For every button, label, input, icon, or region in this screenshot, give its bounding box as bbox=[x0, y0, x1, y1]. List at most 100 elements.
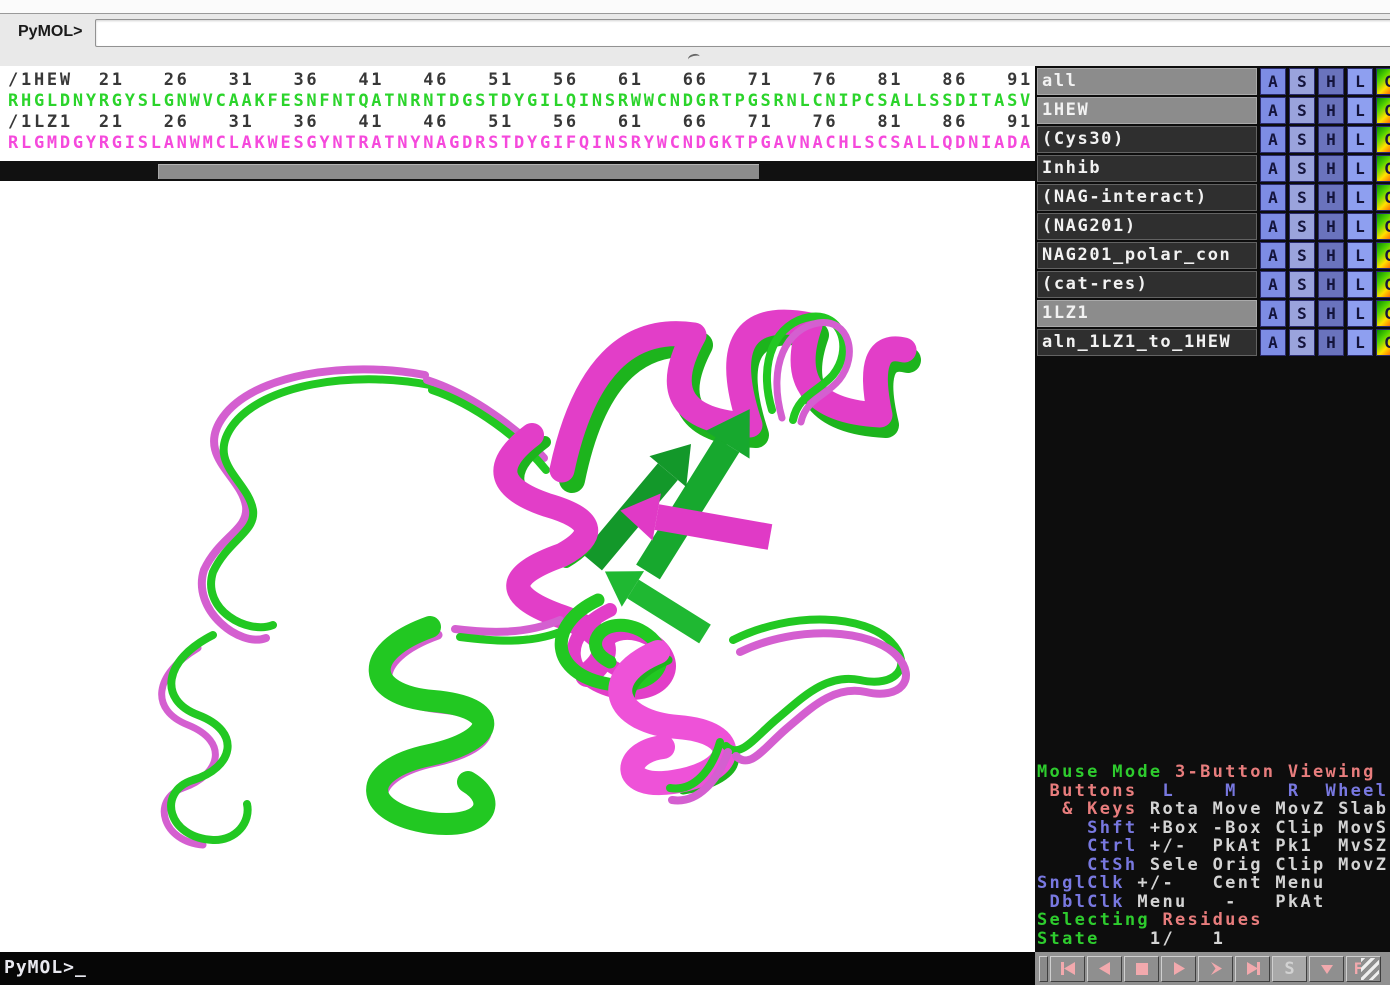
show-menu-button[interactable]: S bbox=[1289, 271, 1315, 298]
hide-menu-button[interactable]: H bbox=[1318, 329, 1344, 356]
hide-menu-button[interactable]: H bbox=[1318, 213, 1344, 240]
object-list: allASHLC1HEWASHLC(Cys30)ASHLCInhibASHLC(… bbox=[1037, 68, 1388, 358]
label-menu-button[interactable]: L bbox=[1347, 242, 1373, 269]
label-menu-button[interactable]: L bbox=[1347, 300, 1373, 327]
object-row[interactable]: 1LZ1ASHLC bbox=[1037, 300, 1388, 327]
object-row[interactable]: (NAG-interact)ASHLC bbox=[1037, 184, 1388, 211]
color-menu-button[interactable]: C bbox=[1376, 300, 1390, 327]
label-menu-button[interactable]: L bbox=[1347, 126, 1373, 153]
label-menu-button[interactable]: L bbox=[1347, 68, 1373, 95]
label-menu-button[interactable]: L bbox=[1347, 329, 1373, 356]
color-menu-button[interactable]: C bbox=[1376, 184, 1390, 211]
pymol-window: PyMOL> /1HEW 21 26 31 36 41 46 51 56 61 … bbox=[0, 0, 1390, 985]
stop-button[interactable] bbox=[1124, 956, 1159, 982]
show-menu-button[interactable]: S bbox=[1289, 97, 1315, 124]
controls-notch bbox=[1039, 956, 1048, 982]
hide-menu-button[interactable]: H bbox=[1318, 300, 1344, 327]
command-input[interactable] bbox=[95, 19, 1390, 47]
object-label[interactable]: Inhib bbox=[1037, 155, 1257, 182]
label-menu-button[interactable]: L bbox=[1347, 184, 1373, 211]
object-label[interactable]: (NAG-interact) bbox=[1037, 184, 1257, 211]
object-label[interactable]: all bbox=[1037, 68, 1257, 95]
show-menu-button[interactable]: S bbox=[1289, 213, 1315, 240]
object-label[interactable]: NAG201_polar_con bbox=[1037, 242, 1257, 269]
label-menu-button[interactable]: L bbox=[1347, 97, 1373, 124]
hide-menu-button[interactable]: H bbox=[1318, 97, 1344, 124]
step-back-button[interactable] bbox=[1087, 956, 1122, 982]
object-label[interactable]: aln_1LZ1_to_1HEW bbox=[1037, 329, 1257, 356]
hide-menu-button[interactable]: H bbox=[1318, 271, 1344, 298]
label-menu-button[interactable]: L bbox=[1347, 213, 1373, 240]
sequence-scrollbar-thumb[interactable] bbox=[158, 164, 759, 179]
action-menu-button[interactable]: A bbox=[1260, 300, 1286, 327]
down-icon bbox=[1317, 959, 1337, 978]
step-forward-button[interactable] bbox=[1198, 956, 1233, 982]
sash-grip-icon[interactable] bbox=[687, 53, 701, 64]
hide-menu-button[interactable]: H bbox=[1318, 155, 1344, 182]
object-row[interactable]: InhibASHLC bbox=[1037, 155, 1388, 182]
action-menu-button[interactable]: A bbox=[1260, 126, 1286, 153]
helix-1hew-bottomleft bbox=[377, 627, 484, 824]
color-menu-button[interactable]: C bbox=[1376, 213, 1390, 240]
s-label-button[interactable]: S bbox=[1272, 956, 1307, 982]
show-menu-button[interactable]: S bbox=[1289, 329, 1315, 356]
action-menu-button[interactable]: A bbox=[1260, 242, 1286, 269]
command-prompt-label: PyMOL> bbox=[18, 23, 82, 41]
color-menu-button[interactable]: C bbox=[1376, 97, 1390, 124]
hide-menu-button[interactable]: H bbox=[1318, 68, 1344, 95]
object-row[interactable]: aln_1LZ1_to_1HEWASHLC bbox=[1037, 329, 1388, 356]
object-label[interactable]: (NAG201) bbox=[1037, 213, 1257, 240]
action-menu-button[interactable]: A bbox=[1260, 97, 1286, 124]
mouse-mode-panel: Mouse Mode 3-Button Viewing Buttons L M … bbox=[1037, 763, 1389, 948]
object-label[interactable]: (Cys30) bbox=[1037, 126, 1257, 153]
object-label[interactable]: 1HEW bbox=[1037, 97, 1257, 124]
action-menu-button[interactable]: A bbox=[1260, 213, 1286, 240]
label-menu-button[interactable]: L bbox=[1347, 271, 1373, 298]
sequence-1hew[interactable]: RHGLDNYRGYSLGNWVCAAKFESNFNTQATNRNTDGSTDY… bbox=[8, 91, 1033, 111]
viewport-3d[interactable] bbox=[0, 182, 1035, 952]
object-row[interactable]: 1HEWASHLC bbox=[1037, 97, 1388, 124]
down-button[interactable] bbox=[1309, 956, 1344, 982]
color-menu-button[interactable]: C bbox=[1376, 68, 1390, 95]
color-menu-button[interactable]: C bbox=[1376, 329, 1390, 356]
object-panel: allASHLC1HEWASHLC(Cys30)ASHLCInhibASHLC(… bbox=[1035, 66, 1390, 952]
action-menu-button[interactable]: A bbox=[1260, 68, 1286, 95]
mouse-mode-line: State 1/ 1 bbox=[1037, 930, 1389, 949]
hide-menu-button[interactable]: H bbox=[1318, 184, 1344, 211]
skip-end-button[interactable] bbox=[1235, 956, 1270, 982]
object-row[interactable]: NAG201_polar_conASHLC bbox=[1037, 242, 1388, 269]
show-menu-button[interactable]: S bbox=[1289, 242, 1315, 269]
show-menu-button[interactable]: S bbox=[1289, 68, 1315, 95]
grip-button[interactable]: F bbox=[1346, 956, 1381, 982]
sequence-scrollbar[interactable] bbox=[0, 161, 1035, 181]
show-menu-button[interactable]: S bbox=[1289, 126, 1315, 153]
action-menu-button[interactable]: A bbox=[1260, 271, 1286, 298]
object-row[interactable]: allASHLC bbox=[1037, 68, 1388, 95]
object-row[interactable]: (cat-res)ASHLC bbox=[1037, 271, 1388, 298]
sequence-1lz1[interactable]: RLGMDGYRGISLANWMCLAKWESGYNTRATNYNAGDRSTD… bbox=[8, 133, 1033, 153]
object-row[interactable]: (NAG201)ASHLC bbox=[1037, 213, 1388, 240]
color-menu-button[interactable]: C bbox=[1376, 242, 1390, 269]
color-menu-button[interactable]: C bbox=[1376, 271, 1390, 298]
step-back-icon bbox=[1095, 959, 1115, 978]
object-label[interactable]: 1LZ1 bbox=[1037, 300, 1257, 327]
show-menu-button[interactable]: S bbox=[1289, 155, 1315, 182]
hide-menu-button[interactable]: H bbox=[1318, 126, 1344, 153]
color-menu-button[interactable]: C bbox=[1376, 126, 1390, 153]
show-menu-button[interactable]: S bbox=[1289, 300, 1315, 327]
playback-controls: SF bbox=[1035, 952, 1390, 985]
label-menu-button[interactable]: L bbox=[1347, 155, 1373, 182]
status-prompt[interactable]: PyMOL>_ bbox=[4, 957, 87, 978]
skip-end-icon bbox=[1243, 959, 1263, 978]
action-menu-button[interactable]: A bbox=[1260, 329, 1286, 356]
hide-menu-button[interactable]: H bbox=[1318, 242, 1344, 269]
show-menu-button[interactable]: S bbox=[1289, 184, 1315, 211]
play-button[interactable] bbox=[1161, 956, 1196, 982]
object-row[interactable]: (Cys30)ASHLC bbox=[1037, 126, 1388, 153]
skip-start-button[interactable] bbox=[1050, 956, 1085, 982]
action-menu-button[interactable]: A bbox=[1260, 184, 1286, 211]
object-label[interactable]: (cat-res) bbox=[1037, 271, 1257, 298]
action-menu-button[interactable]: A bbox=[1260, 155, 1286, 182]
color-menu-button[interactable]: C bbox=[1376, 155, 1390, 182]
sequence-ruler-1hew: /1HEW 21 26 31 36 41 46 51 56 61 66 71 7… bbox=[8, 70, 1033, 90]
